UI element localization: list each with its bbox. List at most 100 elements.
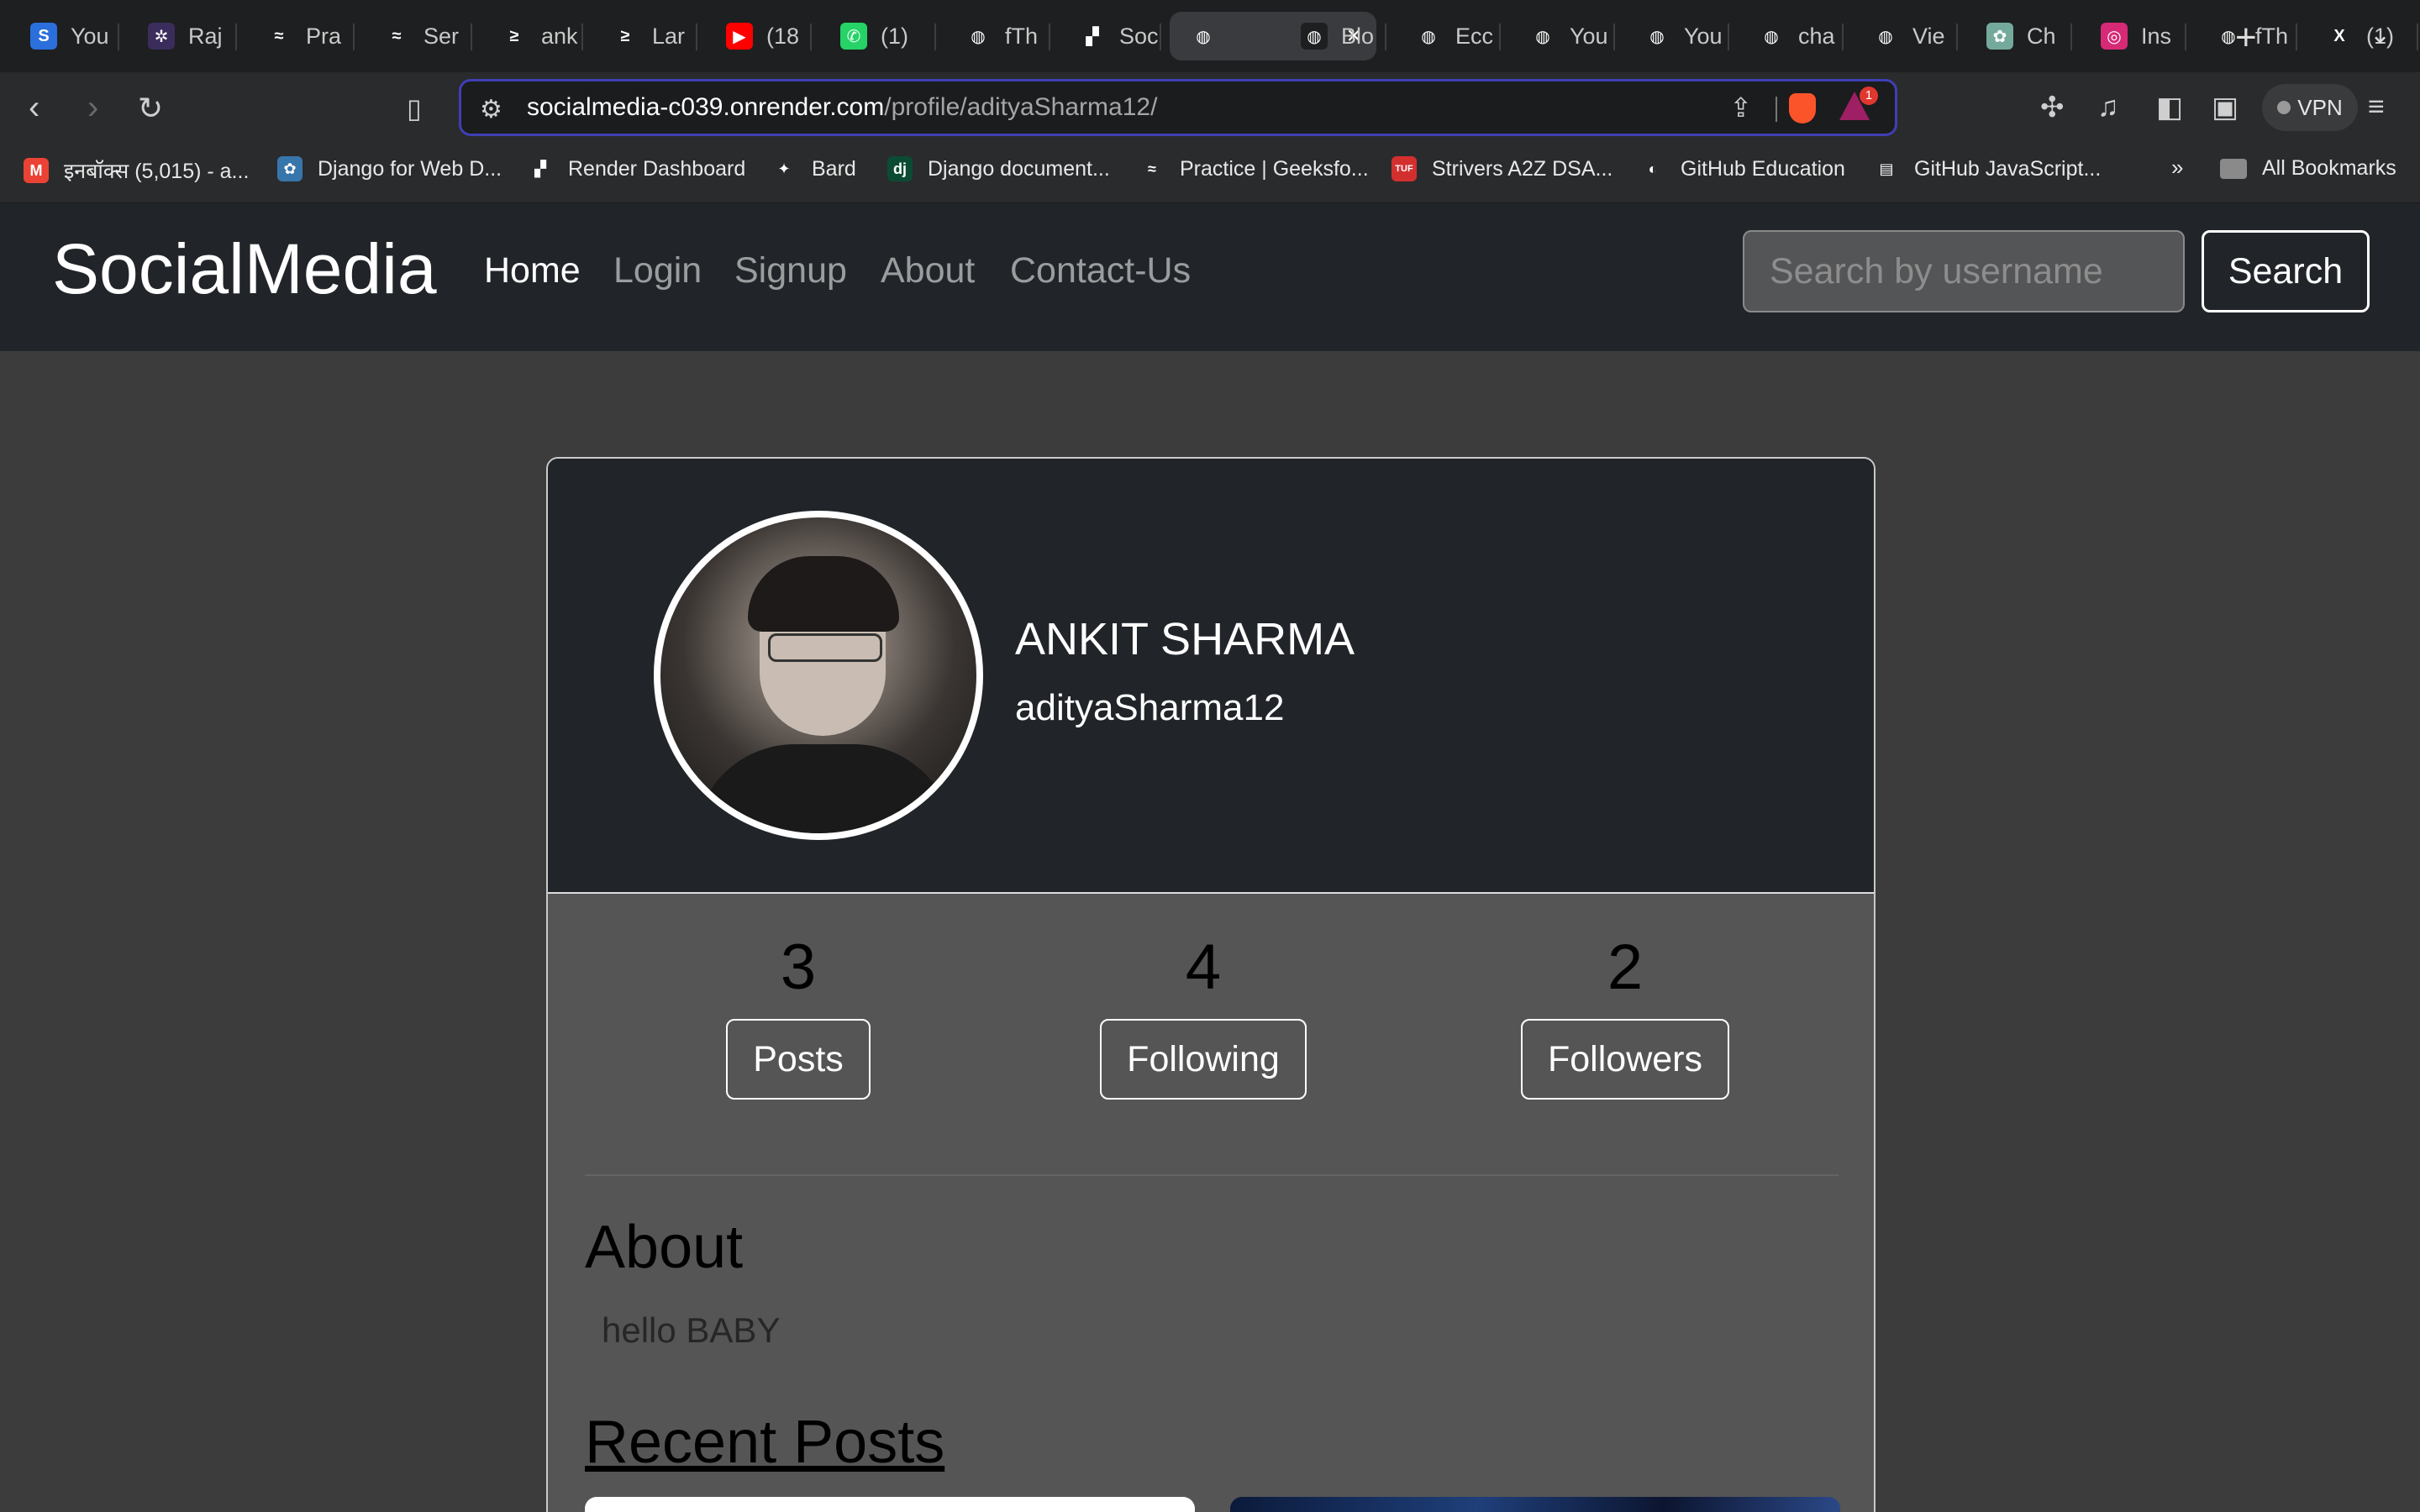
- address-bar-divider: [1776, 97, 1777, 122]
- bookmark-favicon-icon: ≈: [1139, 156, 1165, 181]
- tab-favicon-icon: ◍: [1301, 23, 1328, 50]
- browser-tab[interactable]: ▞ Soc: [1059, 12, 1161, 60]
- tab-separator: [1499, 24, 1501, 50]
- folder-icon: [2220, 158, 2247, 179]
- nav-home[interactable]: Home: [484, 250, 581, 291]
- recent-posts-heading: Recent Posts: [585, 1409, 945, 1476]
- sidebar-icon[interactable]: ◧: [2156, 91, 2183, 124]
- tab-title: Ch: [2027, 23, 2056, 49]
- bookmark-icon[interactable]: ▯: [407, 92, 422, 124]
- nav-contact-us[interactable]: Contact-Us: [1010, 250, 1191, 291]
- browser-tab[interactable]: ◍ Vie: [1852, 12, 1958, 60]
- wallet-icon[interactable]: ▣: [2212, 91, 2238, 124]
- all-bookmarks[interactable]: All Bookmarks: [2220, 156, 2396, 181]
- bookmark-item[interactable]: TUF Strivers A2Z DSA...: [1392, 156, 1612, 181]
- brave-shields-icon[interactable]: [1789, 93, 1816, 123]
- nav-about[interactable]: About: [881, 250, 975, 291]
- back-arrow-icon[interactable]: ‹: [29, 89, 39, 127]
- bookmark-label: Bard: [812, 156, 856, 181]
- browser-tab[interactable]: ◍ cha: [1738, 12, 1844, 60]
- browser-tab[interactable]: ◍ Ecc: [1395, 12, 1501, 60]
- bookmark-item[interactable]: ▤ GitHub JavaScript...: [1874, 156, 2101, 181]
- bookmark-label: Strivers A2Z DSA...: [1432, 156, 1613, 181]
- bookmark-label: GitHub Education: [1681, 156, 1845, 181]
- following-button[interactable]: Following: [1100, 1019, 1307, 1100]
- browser-tab[interactable]: S You: [10, 12, 119, 60]
- profile-card: ANKIT SHARMA adityaSharma12 3 Posts 4 Fo…: [546, 457, 1876, 1512]
- browser-tab[interactable]: ≈ Ser: [363, 12, 472, 60]
- media-icon[interactable]: ♫: [2097, 91, 2119, 123]
- nav-signup[interactable]: Signup: [734, 250, 847, 291]
- bookmark-item[interactable]: M इनबॉक्स (5,015) - a...: [24, 156, 249, 185]
- bookmark-favicon-icon: TUF: [1392, 156, 1417, 181]
- bookmark-favicon-icon: M: [24, 158, 49, 183]
- bookmark-item[interactable]: ✿ Django for Web D...: [277, 156, 502, 181]
- browser-tab[interactable]: ✿ Ch: [1966, 12, 2072, 60]
- tab-title: Ins: [2141, 23, 2172, 49]
- username-search-input[interactable]: Search by username: [1743, 230, 2185, 312]
- tab-title: Raj: [188, 23, 223, 49]
- section-divider: [585, 1174, 1839, 1176]
- share-icon[interactable]: ⇪: [1729, 92, 1752, 123]
- profile-header: ANKIT SHARMA adityaSharma12: [548, 459, 1874, 892]
- new-tab-button[interactable]: +: [2235, 17, 2257, 59]
- avatar-shirt: [694, 744, 955, 833]
- browser-tab[interactable]: ≥ ank: [481, 12, 583, 60]
- tab-separator: [581, 24, 583, 50]
- bookmark-item[interactable]: ◐ GitHub Education: [1640, 156, 1845, 181]
- browser-tab[interactable]: ◍ You: [1623, 12, 1729, 60]
- avatar-glasses: [768, 633, 882, 662]
- followers-count: 2: [1607, 932, 1644, 1003]
- search-button[interactable]: Search: [2202, 230, 2370, 312]
- browser-tab[interactable]: ✲ Raj: [128, 12, 237, 60]
- browser-tab[interactable]: ◍ You: [1509, 12, 1615, 60]
- tab-favicon-icon: ✆: [840, 23, 867, 50]
- tab-title: You: [1570, 23, 1608, 49]
- profile-full-name: ANKIT SHARMA: [1015, 614, 1355, 664]
- tab-separator: [1613, 24, 1615, 50]
- tab-separator: [2296, 24, 2297, 50]
- vpn-button[interactable]: VPN: [2262, 84, 2358, 131]
- bookmark-item[interactable]: dj Django document...: [887, 156, 1110, 181]
- browser-tab[interactable]: ◍ Blo: [1281, 12, 1386, 60]
- tab-separator: [1160, 24, 1161, 50]
- tab-title: You: [1684, 23, 1723, 49]
- url-text[interactable]: socialmedia-c039.onrender.com/profile/ad…: [527, 93, 1157, 122]
- site-brand[interactable]: SocialMedia: [52, 228, 437, 310]
- forward-arrow-icon[interactable]: ›: [87, 89, 98, 127]
- bookmark-label: इनबॉक्स (5,015) - a...: [64, 160, 250, 183]
- vpn-label: VPN: [2297, 94, 2343, 120]
- tab-separator: [1049, 24, 1050, 50]
- browser-tab[interactable]: ◎ Ins: [2081, 12, 2186, 60]
- browser-tab[interactable]: ≥ Lar: [592, 12, 697, 60]
- nav-login[interactable]: Login: [613, 250, 702, 291]
- tab-separator: [353, 24, 355, 50]
- extensions-icon[interactable]: ✣: [2040, 91, 2065, 124]
- browser-tab[interactable]: ≈ Pra: [245, 12, 355, 60]
- more-bookmarks-chevron[interactable]: »: [2171, 155, 2183, 181]
- bookmark-item[interactable]: ≈ Practice | Geeksfo...: [1139, 156, 1369, 181]
- browser-tab[interactable]: ✆ (1): [820, 12, 936, 60]
- browser-tab[interactable]: X (1): [2306, 12, 2418, 60]
- tab-title: Lar: [652, 23, 686, 49]
- tab-separator: [810, 24, 812, 50]
- recent-post-thumbnail-2[interactable]: [1230, 1497, 1840, 1512]
- bookmark-item[interactable]: ✦ Bard: [771, 156, 856, 181]
- bookmark-item[interactable]: ▞ Render Dashboard: [528, 156, 745, 181]
- recent-post-thumbnail-1[interactable]: [585, 1497, 1195, 1512]
- tab-favicon-icon: ≈: [266, 23, 292, 50]
- tab-title: (18: [766, 23, 800, 49]
- browser-tab[interactable]: ◍ fTh: [944, 12, 1050, 60]
- menu-icon[interactable]: ≡: [2368, 91, 2385, 123]
- tab-list-chevron-icon[interactable]: ⌄: [2370, 20, 2391, 50]
- url-path: /profile/adityaSharma12/: [884, 93, 1158, 121]
- browser-tab[interactable]: ▶ (18: [706, 12, 812, 60]
- reload-icon[interactable]: ↻: [138, 91, 163, 126]
- posts-button[interactable]: Posts: [726, 1019, 871, 1100]
- address-bar[interactable]: ⚙ socialmedia-c039.onrender.com/profile/…: [459, 79, 1897, 136]
- stat-following: 4 Following: [1077, 931, 1329, 1100]
- tab-title: Vie: [1912, 23, 1945, 49]
- site-settings-icon[interactable]: ⚙: [480, 95, 502, 124]
- followers-button[interactable]: Followers: [1521, 1019, 1729, 1100]
- bookmark-favicon-icon: ▞: [528, 156, 553, 181]
